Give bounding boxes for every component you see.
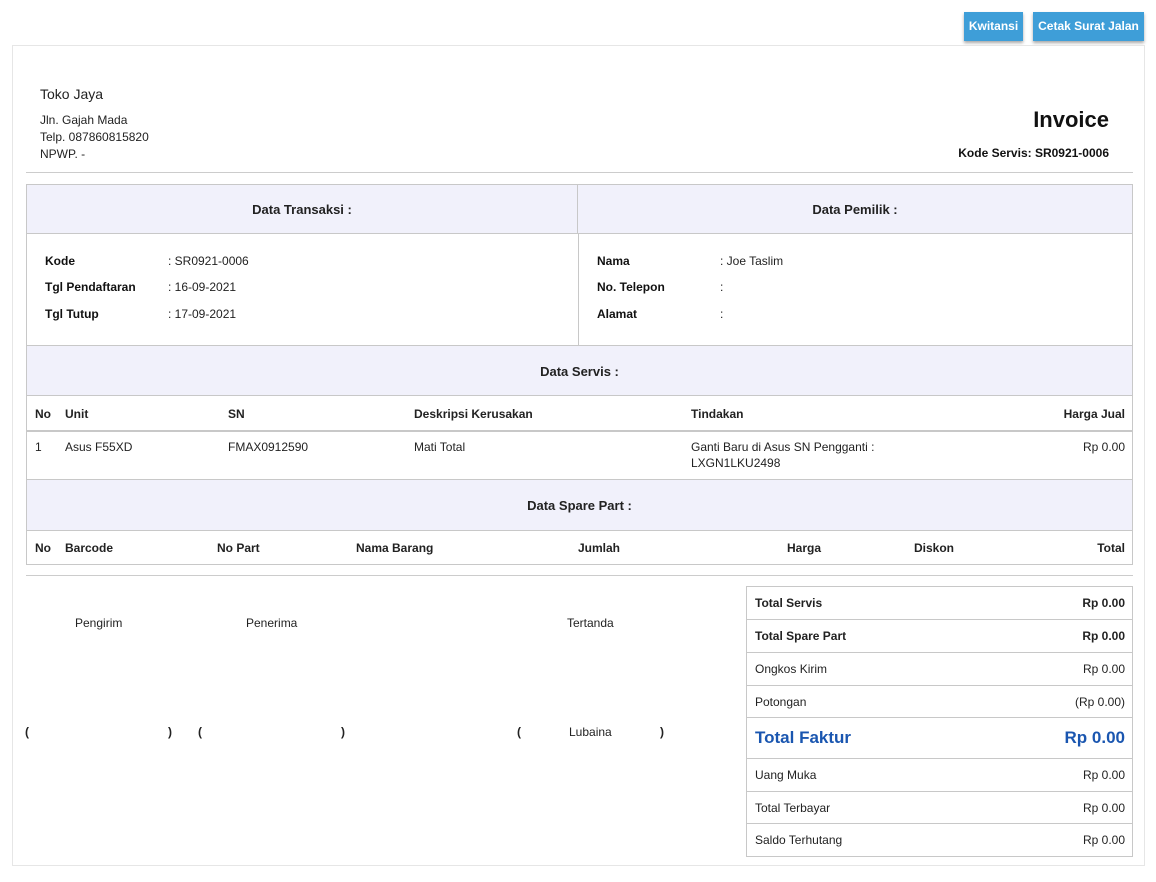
transaksi-tgl-daftar-label: Tgl Pendaftaran bbox=[45, 280, 136, 294]
servis-row-harga: Rp 0.00 bbox=[1082, 440, 1125, 454]
invoice-code: Kode Servis: SR0921-0006 bbox=[958, 146, 1109, 160]
info-section: Data Transaksi : Data Pemilik : Kode : S… bbox=[26, 184, 1133, 346]
servis-col-no: No bbox=[35, 407, 51, 421]
info-column-divider bbox=[578, 234, 579, 345]
tertanda-sign-open: ( bbox=[517, 725, 521, 739]
summary-row-saldo-terhutang: Saldo Terhutang Rp 0.00 bbox=[747, 824, 1132, 856]
tertanda-label: Tertanda bbox=[567, 616, 614, 630]
sparepart-title: Data Spare Part : bbox=[527, 498, 632, 513]
invoice-title: Invoice bbox=[1033, 107, 1109, 132]
servis-row-no: 1 bbox=[35, 440, 42, 454]
summary-row-total-terbayar: Total Terbayar Rp 0.00 bbox=[747, 792, 1132, 824]
company-npwp: NPWP. - bbox=[40, 147, 86, 161]
summary-total-servis-value: Rp 0.00 bbox=[1082, 596, 1125, 610]
kwitansi-button[interactable]: Kwitansi bbox=[964, 12, 1023, 41]
sparepart-col-jumlah: Jumlah bbox=[578, 541, 621, 555]
pemilik-nama-label: Nama bbox=[597, 254, 630, 268]
invoice-page: Toko Jaya Jln. Gajah Mada Telp. 08786081… bbox=[12, 45, 1145, 866]
summary-row-potongan: Potongan (Rp 0.00) bbox=[747, 686, 1132, 718]
summary-uang-muka-value: Rp 0.00 bbox=[1082, 768, 1125, 782]
sparepart-section: Data Spare Part : No Barcode No Part Nam… bbox=[26, 479, 1133, 565]
summary-ongkos-kirim-value: Rp 0.00 bbox=[1082, 662, 1125, 676]
pemilik-alamat-value: : bbox=[720, 307, 724, 321]
action-bar: Kwitansi Cetak Surat Jalan bbox=[964, 12, 1144, 41]
summary-row-ongkos-kirim: Ongkos Kirim Rp 0.00 bbox=[747, 653, 1132, 686]
servis-row-tindakan-line1: Ganti Baru di Asus SN Pengganti : bbox=[691, 440, 875, 454]
transaksi-tgl-tutup-label: Tgl Tutup bbox=[45, 307, 99, 321]
sparepart-col-nopart: No Part bbox=[217, 541, 260, 555]
sparepart-col-total: Total bbox=[1097, 541, 1125, 555]
summary-row-total-sparepart: Total Spare Part Rp 0.00 bbox=[747, 620, 1132, 653]
summary-saldo-terhutang-value: Rp 0.00 bbox=[1082, 833, 1125, 847]
footer-divider bbox=[26, 575, 1133, 576]
summary-potongan-label: Potongan bbox=[755, 694, 807, 709]
sparepart-col-nama: Nama Barang bbox=[356, 541, 434, 555]
servis-col-unit: Unit bbox=[65, 407, 89, 421]
tertanda-sign-close: ) bbox=[660, 725, 664, 739]
pemilik-nama-value: : Joe Taslim bbox=[720, 254, 784, 268]
pengirim-sign-close: ) bbox=[168, 725, 172, 739]
sparepart-col-barcode: Barcode bbox=[65, 541, 114, 555]
sparepart-header: Data Spare Part : bbox=[27, 480, 1132, 531]
summary-uang-muka-label: Uang Muka bbox=[755, 768, 817, 782]
servis-row-tindakan-line2: LXGN1LKU2498 bbox=[691, 456, 781, 470]
sparepart-col-diskon: Diskon bbox=[914, 541, 955, 555]
company-phone: Telp. 087860815820 bbox=[40, 130, 149, 144]
servis-col-sn: SN bbox=[228, 407, 245, 421]
summary-table: Total Servis Rp 0.00 Total Spare Part Rp… bbox=[746, 586, 1133, 857]
summary-row-total-servis: Total Servis Rp 0.00 bbox=[747, 587, 1132, 620]
transaksi-kode-value: : SR0921-0006 bbox=[168, 254, 249, 268]
pengirim-label: Pengirim bbox=[75, 616, 123, 630]
summary-saldo-terhutang-label: Saldo Terhutang bbox=[755, 833, 843, 847]
servis-row-sn: FMAX0912590 bbox=[228, 440, 309, 454]
summary-row-uang-muka: Uang Muka Rp 0.00 bbox=[747, 759, 1132, 792]
penerima-sign-open: ( bbox=[198, 725, 202, 739]
summary-total-terbayar-value: Rp 0.00 bbox=[1082, 800, 1125, 815]
summary-total-sparepart-value: Rp 0.00 bbox=[1082, 629, 1125, 643]
servis-col-tindakan: Tindakan bbox=[691, 407, 744, 421]
transaksi-header: Data Transaksi : bbox=[27, 185, 578, 234]
pemilik-title: Data Pemilik : bbox=[812, 202, 898, 217]
summary-total-faktur-value: Rp 0.00 bbox=[1064, 728, 1125, 747]
summary-total-sparepart-label: Total Spare Part bbox=[755, 629, 847, 643]
summary-total-faktur-label: Total Faktur bbox=[755, 728, 852, 747]
pemilik-telepon-label: No. Telepon bbox=[597, 280, 665, 294]
tertanda-name: Lubaina bbox=[569, 725, 612, 739]
pengirim-sign-open: ( bbox=[25, 725, 29, 739]
transaksi-tgl-tutup-value: : 17-09-2021 bbox=[168, 307, 237, 321]
penerima-label: Penerima bbox=[246, 616, 298, 630]
sparepart-col-harga: Harga bbox=[787, 541, 822, 555]
servis-col-deskripsi: Deskripsi Kerusakan bbox=[414, 407, 533, 421]
transaksi-tgl-daftar-value: : 16-09-2021 bbox=[168, 280, 237, 294]
servis-header-divider bbox=[27, 430, 1132, 432]
cetak-surat-jalan-button[interactable]: Cetak Surat Jalan bbox=[1033, 12, 1144, 41]
sparepart-col-no: No bbox=[35, 541, 51, 555]
servis-row-unit: Asus F55XD bbox=[65, 440, 133, 454]
summary-potongan-value: (Rp 0.00) bbox=[1074, 694, 1125, 709]
header-divider bbox=[26, 172, 1133, 173]
servis-col-harga: Harga Jual bbox=[1063, 407, 1125, 421]
summary-total-terbayar-label: Total Terbayar bbox=[755, 800, 831, 815]
summary-ongkos-kirim-label: Ongkos Kirim bbox=[755, 662, 828, 676]
penerima-sign-close: ) bbox=[341, 725, 345, 739]
summary-total-servis-label: Total Servis bbox=[755, 596, 823, 610]
servis-title: Data Servis : bbox=[540, 364, 619, 379]
transaksi-title: Data Transaksi : bbox=[252, 202, 352, 217]
servis-header: Data Servis : bbox=[27, 346, 1132, 396]
transaksi-kode-label: Kode bbox=[45, 254, 75, 268]
company-name: Toko Jaya bbox=[40, 86, 104, 102]
pemilik-telepon-value: : bbox=[720, 280, 724, 294]
company-address: Jln. Gajah Mada bbox=[40, 113, 128, 127]
pemilik-alamat-label: Alamat bbox=[597, 307, 638, 321]
summary-row-total-faktur: Total Faktur Rp 0.00 bbox=[747, 718, 1132, 759]
pemilik-header: Data Pemilik : bbox=[578, 185, 1132, 234]
servis-row-deskripsi: Mati Total bbox=[414, 440, 466, 454]
servis-section: Data Servis : No Unit SN Deskripsi Kerus… bbox=[26, 345, 1133, 480]
